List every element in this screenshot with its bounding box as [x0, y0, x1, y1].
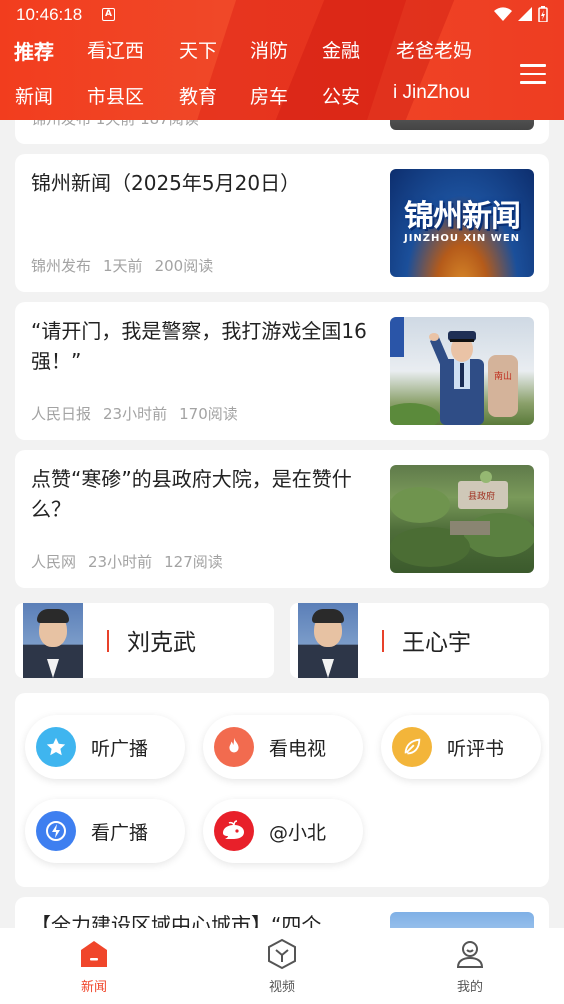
tab-news[interactable]: 新闻	[15, 82, 53, 109]
bottom-tab-bar: 新闻 视频 我的	[0, 928, 564, 1004]
tab-label: 我的	[456, 980, 483, 995]
tab-video-bottom[interactable]: 视频	[222, 928, 342, 1004]
home-icon	[81, 941, 107, 967]
star-icon	[36, 727, 76, 767]
top-header: 10:46:18 A 推荐 看辽西 天下 消防 金融 老爸老妈 新闻 市县区 教…	[0, 0, 564, 120]
tab-police[interactable]: 公安	[322, 82, 360, 109]
tab-world[interactable]: 天下	[179, 36, 217, 63]
article-source: 人民网	[31, 553, 77, 571]
lightning-icon	[36, 811, 76, 851]
leader-card[interactable]: 王心宇	[290, 603, 549, 678]
quick-link-label: 看广播	[91, 822, 149, 844]
xiaobei-button[interactable]: @小北	[203, 799, 363, 863]
article-meta: 锦州发布 1天前 200阅读	[31, 255, 225, 276]
tab-districts[interactable]: 市县区	[87, 82, 144, 109]
police-officer-image: 南山	[390, 317, 518, 425]
article-time: 1天前	[103, 257, 143, 275]
article-card[interactable]: “请开门，我是警察，我打游戏全国16强！” 人民日报 23小时前 170阅读 南山	[15, 302, 549, 440]
status-icons	[494, 6, 548, 22]
thumb-title-text: 锦州新闻	[404, 199, 521, 234]
status-bar: 10:46:18 A	[0, 0, 564, 30]
status-time: 10:46:18	[16, 5, 83, 24]
quick-link-label: 看电视	[269, 738, 327, 760]
leader-name: 王心宇	[402, 630, 471, 656]
menu-icon[interactable]	[520, 60, 548, 88]
tab-recommend[interactable]: 推荐	[14, 36, 54, 65]
article-card[interactable]: 点赞“寒碜”的县政府大院，是在赞什么？ 人民网 23小时前 127阅读 县政府	[15, 450, 549, 588]
article-title: 【全力建设区域中心城市】“四个	[31, 913, 322, 928]
article-reads: 127阅读	[164, 553, 223, 571]
article-title: “请开门，我是警察，我打游戏全国16强！”	[31, 319, 367, 373]
quick-link-label: 听广播	[91, 738, 149, 760]
listen-storytelling-button[interactable]: 听评书	[381, 715, 541, 779]
watch-tv-button[interactable]: 看电视	[203, 715, 363, 779]
article-time: 23小时前	[88, 553, 153, 571]
quick-link-label: 听评书	[447, 738, 505, 760]
profile-icon	[456, 941, 484, 968]
county-courtyard-image: 县政府	[390, 471, 534, 567]
svg-text:县政府: 县政府	[468, 490, 495, 502]
article-reads: 170阅读	[179, 405, 238, 423]
leaf-icon	[392, 727, 432, 767]
tab-fire[interactable]: 消防	[250, 36, 288, 63]
tab-label: 新闻	[80, 980, 107, 995]
video-cube-icon	[268, 938, 296, 970]
signal-icon	[518, 7, 532, 21]
tab-education[interactable]: 教育	[179, 82, 217, 109]
article-meta: 人民网 23小时前 127阅读	[31, 551, 235, 572]
whale-icon	[214, 811, 254, 851]
svg-text:南山: 南山	[494, 370, 512, 382]
flame-icon	[214, 727, 254, 767]
leader-name: 刘克武	[127, 630, 196, 656]
tab-mine-bottom[interactable]: 我的	[410, 928, 530, 1004]
article-thumbnail	[390, 912, 534, 928]
article-card[interactable]: 锦州新闻（2025年5月20日） 锦州发布 1天前 200阅读 锦州新闻 JINZH…	[15, 154, 549, 292]
quick-link-label: @小北	[269, 822, 327, 844]
article-reads: 200阅读	[154, 257, 214, 275]
thumb-subtitle-text: JINZHOU XIN WEN	[403, 233, 521, 244]
news-feed[interactable]: 锦州发布 1天前 187阅读 锦州新闻（2025年5月20日） 锦州发布1天前2…	[0, 0, 564, 928]
tab-news-bottom[interactable]: 新闻	[34, 928, 154, 1004]
article-source: 人民日报	[31, 405, 92, 423]
watch-broadcast-button[interactable]: 看广播	[25, 799, 185, 863]
article-meta: 人民日报 23小时前 170阅读	[31, 403, 250, 424]
article-thumbnail: 锦州新闻 JINZHOU XIN WEN	[390, 169, 534, 277]
article-title: 点赞“寒碜”的县政府大院，是在赞什么？	[31, 467, 352, 521]
leader-card[interactable]: 刘克武	[15, 603, 274, 678]
article-time: 23小时前	[103, 405, 168, 423]
divider-bar	[107, 630, 109, 652]
tab-label: 视频	[268, 980, 295, 995]
tab-finance[interactable]: 金融	[322, 36, 360, 63]
article-title: 锦州新闻（2025年5月20日）	[31, 171, 301, 195]
article-thumbnail: 县政府	[390, 465, 534, 573]
battery-icon	[538, 6, 548, 22]
partial-bottom-card[interactable]: 【全力建设区域中心城市】“四个	[15, 897, 549, 928]
wifi-icon	[494, 7, 512, 21]
tab-parents[interactable]: 老爸老妈	[396, 36, 472, 63]
article-source: 锦州发布	[31, 257, 92, 275]
tab-house-car[interactable]: 房车	[250, 82, 288, 109]
article-thumbnail: 南山	[390, 317, 534, 425]
listen-radio-button[interactable]: 听广播	[25, 715, 185, 779]
divider-bar	[382, 630, 384, 652]
notification-a-icon: A	[102, 8, 115, 21]
quick-links-panel: 听广播 看电视 听评书 看广播 @小北	[15, 693, 549, 887]
avatar	[23, 603, 83, 678]
tab-ijinzhou[interactable]: i JinZhou	[393, 82, 470, 104]
avatar	[298, 603, 358, 678]
tab-kanliaoxi[interactable]: 看辽西	[87, 36, 144, 63]
